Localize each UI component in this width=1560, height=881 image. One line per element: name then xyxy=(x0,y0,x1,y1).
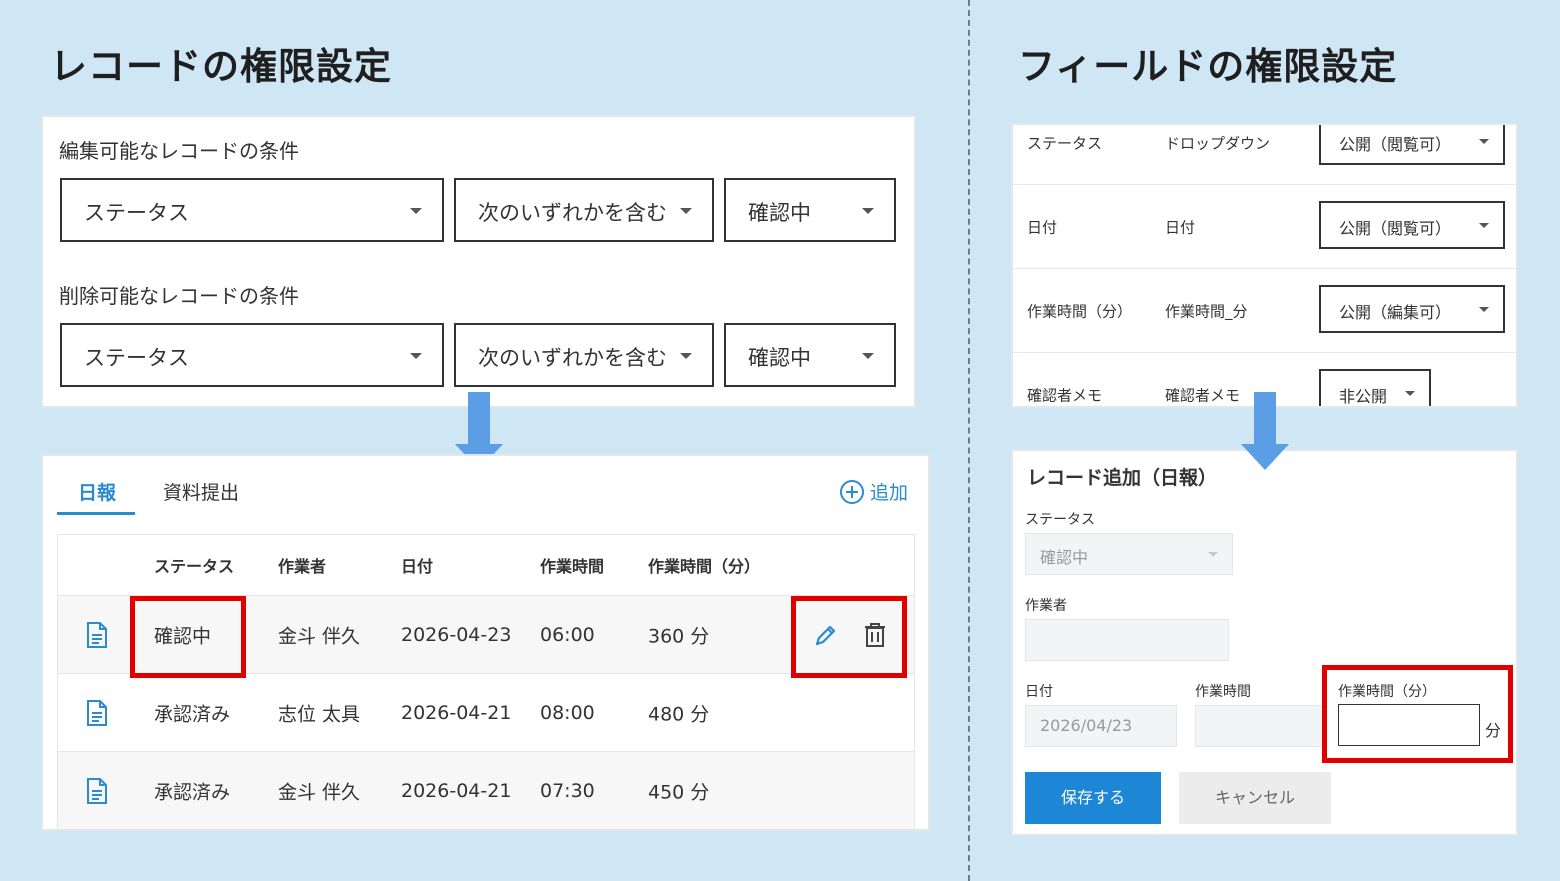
actions-highlight-box xyxy=(791,596,907,678)
edit-operator-select[interactable]: 次のいずれかを含む xyxy=(454,178,714,242)
date-cell: 2026-04-23 xyxy=(401,623,512,646)
worker-cell: 金斗 伴久 xyxy=(278,625,361,647)
form-title: レコード追加（日報） xyxy=(1027,467,1218,489)
chevron-down-icon xyxy=(680,353,692,359)
chevron-down-icon xyxy=(410,353,422,359)
status-label: ステータス xyxy=(1025,512,1095,528)
chevron-down-icon xyxy=(1405,391,1415,396)
permission-select[interactable]: 公開（閲覧可） xyxy=(1319,201,1505,249)
active-tab-underline xyxy=(57,512,135,515)
minutes-highlight-box xyxy=(1322,665,1513,763)
worker-input xyxy=(1025,619,1229,661)
status-highlight-box xyxy=(130,596,246,678)
worker-cell: 金斗 伴久 xyxy=(278,781,361,803)
record-add-form: レコード追加（日報） ステータス 確認中 作業者 日付 2026/04/23 作… xyxy=(1011,449,1518,836)
field-permission-panel: ステータス ドロップダウン 公開（閲覧可） 日付 日付 公開（閲覧可） 作業時間… xyxy=(1011,123,1518,408)
date-input: 2026/04/23 xyxy=(1025,705,1177,747)
field-row: 日付 日付 公開（閲覧可） xyxy=(1013,185,1516,269)
chevron-down-icon xyxy=(862,208,874,214)
edit-value-select[interactable]: 確認中 xyxy=(724,178,896,242)
worker-label: 作業者 xyxy=(1025,598,1067,614)
chevron-down-icon xyxy=(410,208,422,214)
time-cell: 08:00 xyxy=(540,701,595,724)
add-record-button[interactable]: 追加 xyxy=(839,478,908,505)
save-button[interactable]: 保存する xyxy=(1025,772,1161,824)
conditions-panel: 編集可能なレコードの条件 ステータス 次のいずれかを含む 確認中 削除可能なレコ… xyxy=(41,115,916,408)
date-cell: 2026-04-21 xyxy=(401,701,512,724)
delete-value-select[interactable]: 確認中 xyxy=(724,323,896,387)
field-row: ステータス ドロップダウン 公開（閲覧可） xyxy=(1013,125,1516,185)
table-row[interactable]: 承認済み 志位 太具 2026-04-21 08:00 480 分 xyxy=(57,674,915,752)
plus-circle-icon xyxy=(839,479,864,504)
down-arrow-icon xyxy=(1241,392,1289,470)
delete-condition-label: 削除可能なレコードの条件 xyxy=(59,284,299,308)
document-icon[interactable] xyxy=(86,621,108,648)
chevron-down-icon xyxy=(680,208,692,214)
worker-cell: 志位 太具 xyxy=(278,703,361,725)
delete-operator-select[interactable]: 次のいずれかを含む xyxy=(454,323,714,387)
dashed-divider xyxy=(968,0,970,881)
edit-field-select[interactable]: ステータス xyxy=(60,178,444,242)
date-cell: 2026-04-21 xyxy=(401,779,512,802)
minutes-cell: 480 分 xyxy=(648,703,710,725)
tab-document-submission[interactable]: 資料提出 xyxy=(163,478,239,505)
document-icon[interactable] xyxy=(86,777,108,804)
table-header: ステータス 作業者 日付 作業時間 作業時間（分） xyxy=(57,534,915,596)
status-cell: 承認済み xyxy=(154,703,231,725)
permission-select[interactable]: 公開（編集可） xyxy=(1319,285,1505,333)
status-cell: 承認済み xyxy=(154,781,231,803)
chevron-down-icon xyxy=(1479,223,1489,228)
chevron-down-icon xyxy=(862,353,874,359)
record-permission-title: レコードの権限設定 xyxy=(50,45,392,88)
record-table: ステータス 作業者 日付 作業時間 作業時間（分） 確認中 金斗 伴久 2026… xyxy=(57,534,915,830)
time-cell: 07:30 xyxy=(540,779,595,802)
document-icon[interactable] xyxy=(86,699,108,726)
date-label: 日付 xyxy=(1025,684,1053,700)
chevron-down-icon xyxy=(1208,552,1218,557)
time-cell: 06:00 xyxy=(540,623,595,646)
status-select: 確認中 xyxy=(1025,533,1233,575)
permission-select[interactable]: 非公開 xyxy=(1319,369,1431,406)
delete-field-select[interactable]: ステータス xyxy=(60,323,444,387)
record-list-panel: 日報 資料提出 追加 ステータス 作業者 日付 作業時間 作業時間（分） 確認中… xyxy=(41,454,930,831)
minutes-cell: 360 分 xyxy=(648,625,710,647)
work-time-input xyxy=(1195,705,1325,747)
chevron-down-icon xyxy=(1479,139,1489,144)
minutes-cell: 450 分 xyxy=(648,781,710,803)
field-row: 作業時間（分） 作業時間_分 公開（編集可） xyxy=(1013,269,1516,353)
field-permission-title: フィールドの権限設定 xyxy=(1018,45,1398,88)
work-time-label: 作業時間 xyxy=(1195,684,1251,700)
chevron-down-icon xyxy=(1479,307,1489,312)
table-row[interactable]: 承認済み 金斗 伴久 2026-04-21 07:30 450 分 xyxy=(57,752,915,830)
edit-condition-label: 編集可能なレコードの条件 xyxy=(59,139,299,163)
permission-select[interactable]: 公開（閲覧可） xyxy=(1319,125,1505,165)
cancel-button[interactable]: キャンセル xyxy=(1179,772,1331,824)
tab-daily-report[interactable]: 日報 xyxy=(78,478,116,505)
